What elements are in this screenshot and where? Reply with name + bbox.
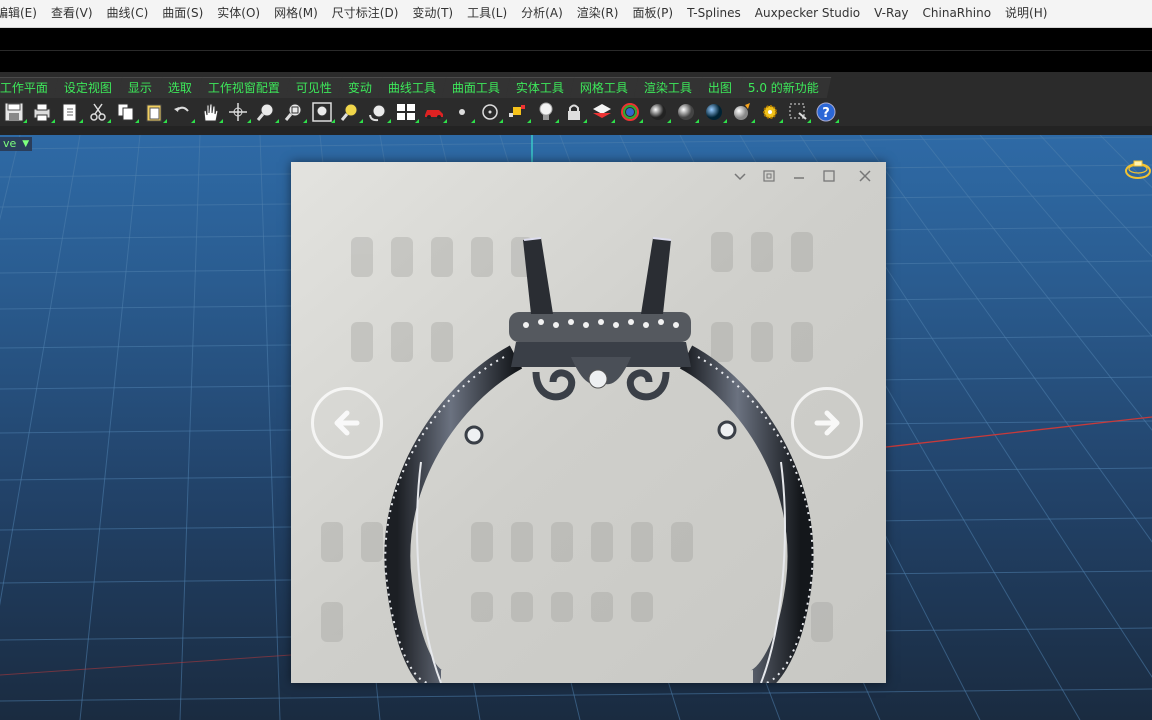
point-icon[interactable] (451, 101, 475, 123)
paste-icon[interactable] (143, 101, 167, 123)
tab-label: 工作平面 (0, 81, 48, 95)
tab-label: 渲染工具 (644, 81, 693, 95)
menu-bar: 编辑(E) 查看(V) 曲线(C) 曲面(S) 实体(O) 网格(M) 尺寸标注… (0, 0, 1152, 28)
zoom-window-icon[interactable] (283, 101, 307, 123)
car-icon[interactable] (423, 101, 447, 123)
menu-help[interactable]: 说明(H) (998, 0, 1054, 27)
menu-panels[interactable]: 面板(P) (625, 0, 680, 27)
menu-mesh[interactable]: 网格(M) (267, 0, 325, 27)
ring-gizmo-icon[interactable] (1120, 155, 1152, 187)
menu-render[interactable]: 渲染(R) (570, 0, 626, 27)
undo-icon[interactable] (171, 101, 195, 123)
command-divider (0, 50, 1152, 51)
tab-surface-tools[interactable]: 曲面工具 (441, 77, 513, 98)
menu-solid[interactable]: 实体(O) (210, 0, 267, 27)
layer-icon[interactable] (591, 101, 615, 123)
print-icon[interactable] (31, 101, 55, 123)
lock-icon[interactable] (563, 101, 587, 123)
viewer-maximize-button[interactable] (818, 166, 840, 186)
selection-icon[interactable] (787, 101, 811, 123)
viewer-fit-button[interactable] (758, 166, 780, 186)
environment-icon[interactable] (731, 101, 755, 123)
toolbar-tabs: 工作平面 设定视图 显示 选取 工作视窗配置 可见性 变动 曲线工具 曲面工具 … (0, 72, 1152, 98)
tab-label: 显示 (127, 81, 152, 95)
menu-auxpecker[interactable]: Auxpecker Studio (748, 0, 867, 27)
tab-new-in-v5[interactable]: 5.0 的新功能 (737, 77, 832, 98)
viewport-dropdown-icon[interactable]: ▼ (22, 137, 29, 151)
arrow-right-icon (814, 410, 840, 436)
four-viewports-icon[interactable] (395, 101, 419, 123)
blue-sphere-icon[interactable] (703, 101, 727, 123)
snap-icon[interactable] (507, 101, 531, 123)
viewer-menu-button[interactable] (729, 166, 751, 186)
standard-toolbar: ? (0, 98, 1152, 126)
help-icon[interactable]: ? (815, 101, 839, 123)
tab-label: 曲面工具 (452, 81, 501, 95)
tab-label: 实体工具 (516, 81, 565, 95)
menu-dimension[interactable]: 尺寸标注(D) (325, 0, 406, 27)
menu-edit[interactable]: 编辑(E) (0, 0, 44, 27)
light-bulb-icon[interactable] (535, 101, 559, 123)
tab-label: 可见性 (295, 81, 332, 95)
maximize-icon (823, 170, 835, 182)
image-viewer-window[interactable] (291, 162, 886, 683)
tab-cplanes[interactable]: 工作平面 (0, 77, 61, 98)
menu-transform[interactable]: 变动(T) (405, 0, 460, 27)
tab-render-tools[interactable]: 渲染工具 (633, 77, 705, 98)
render-sphere-icon[interactable] (647, 101, 671, 123)
minimize-icon (794, 177, 804, 179)
viewport-name: ve (3, 137, 17, 150)
next-image-button[interactable] (791, 387, 863, 459)
tab-label: 设定视图 (63, 81, 112, 95)
tab-curve-tools[interactable]: 曲线工具 (377, 77, 449, 98)
menu-tsplines[interactable]: T-Splines (680, 0, 748, 27)
tab-label: 工作视窗配置 (207, 81, 280, 95)
zoom-selected-icon[interactable] (339, 101, 363, 123)
tab-visibility[interactable]: 可见性 (285, 77, 345, 98)
circle-icon[interactable] (479, 101, 503, 123)
zoom-extents-icon[interactable] (311, 101, 335, 123)
import-icon[interactable] (59, 101, 83, 123)
tab-label: 5.0 的新功能 (748, 81, 820, 95)
chevron-down-icon (734, 173, 746, 181)
menu-view[interactable]: 查看(V) (44, 0, 100, 27)
menu-curve[interactable]: 曲线(C) (100, 0, 156, 27)
tab-label: 变动 (347, 81, 373, 95)
save-icon[interactable] (3, 101, 27, 123)
tab-label: 曲线工具 (388, 81, 437, 95)
toolbar-divider (0, 126, 1152, 135)
rotate-view-icon[interactable] (227, 101, 251, 123)
tab-mesh-tools[interactable]: 网格工具 (569, 77, 641, 98)
tab-label: 网格工具 (580, 81, 629, 95)
menu-vray[interactable]: V-Ray (867, 0, 915, 27)
viewer-close-button[interactable] (854, 166, 876, 186)
previous-image-button[interactable] (311, 387, 383, 459)
tab-set-view[interactable]: 设定视图 (53, 77, 125, 98)
menu-surface[interactable]: 曲面(S) (155, 0, 210, 27)
menu-analyze[interactable]: 分析(A) (514, 0, 570, 27)
cut-icon[interactable] (87, 101, 111, 123)
viewport-title[interactable]: ve ▼ (0, 137, 33, 151)
command-area[interactable] (0, 28, 1152, 72)
fit-screen-icon (763, 170, 775, 182)
settings-gear-icon[interactable] (759, 101, 783, 123)
rotate-camera-icon[interactable] (367, 101, 391, 123)
tab-label: 出图 (708, 81, 733, 95)
menu-chinarhino[interactable]: ChinaRhino (916, 0, 999, 27)
viewer-minimize-button[interactable] (788, 166, 810, 186)
close-icon (859, 170, 871, 182)
material-sphere-icon[interactable] (675, 101, 699, 123)
svg-text:?: ? (822, 106, 830, 121)
tab-viewport-layout[interactable]: 工作视窗配置 (197, 77, 293, 98)
tab-label: 选取 (167, 81, 192, 95)
arrow-left-icon (334, 410, 360, 436)
zoom-icon[interactable] (255, 101, 279, 123)
tab-solid-tools[interactable]: 实体工具 (505, 77, 577, 98)
copy-icon[interactable] (115, 101, 139, 123)
color-wheel-icon[interactable] (619, 101, 643, 123)
pan-hand-icon[interactable] (199, 101, 223, 123)
menu-tools[interactable]: 工具(L) (460, 0, 514, 27)
